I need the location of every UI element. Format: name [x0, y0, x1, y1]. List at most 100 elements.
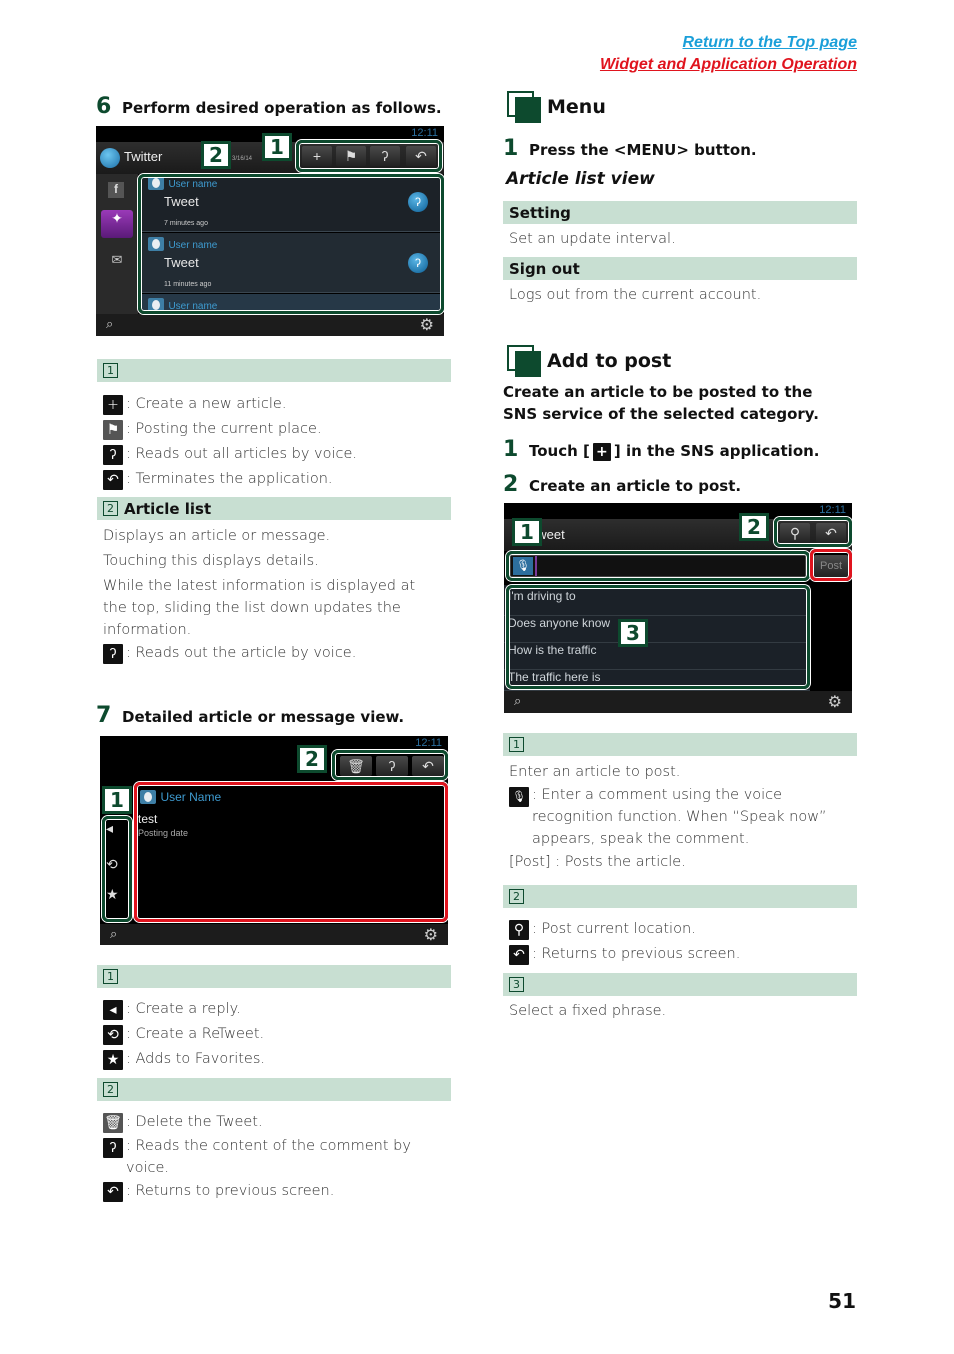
step-number: 1: [503, 437, 519, 462]
status-time: 12:11: [411, 127, 438, 139]
step-text-pre: Touch [: [529, 442, 590, 460]
step-6: 6 Perform desired operation as follows.: [96, 94, 442, 119]
gear-icon[interactable]: ⚙: [420, 315, 434, 335]
step-7: 7 Detailed article or message view.: [96, 703, 404, 728]
desc-line: [Post] : Posts the article.: [509, 854, 686, 870]
menu-step-1: 1 Press the <MENU> button.: [503, 136, 757, 161]
fixed-phrase-desc: Select a fixed phrase.: [509, 1003, 667, 1019]
callout-2: 2: [297, 745, 327, 773]
section-band-2: 2 Article list: [97, 497, 451, 520]
desc-line: Touching this displays details.: [103, 553, 319, 569]
box-number: 2: [509, 889, 524, 904]
search-icon[interactable]: ⌕: [514, 693, 521, 709]
sns-sidebar: f ✦ ✉: [96, 174, 138, 314]
desc-text: : Returns to previous screen.: [126, 1183, 335, 1199]
step-text-post: ] in the SNS application.: [613, 442, 820, 460]
plus-icon: +: [103, 395, 123, 415]
option-label: Setting: [509, 203, 571, 222]
retweet-icon: ⟲: [103, 1025, 123, 1045]
gear-icon[interactable]: ⚙: [424, 925, 438, 945]
highlight-box-1: [296, 140, 442, 172]
highlight-box-2: [138, 174, 444, 314]
section-marker-icon: [507, 345, 543, 377]
highlight-box-2: [332, 750, 448, 780]
callout-1: 1: [262, 133, 292, 161]
return-to-top-link[interactable]: Return to the Top page: [600, 32, 857, 54]
reply-icon: ◂: [103, 1000, 123, 1020]
callout-3: 3: [618, 619, 648, 647]
step-text: Press the <MENU> button.: [529, 141, 757, 159]
section-band-detail-1: 1: [97, 965, 451, 988]
search-icon[interactable]: ⌕: [110, 926, 117, 942]
callout-1: 1: [102, 786, 132, 814]
menu-option-sign-out: Sign out: [503, 257, 857, 280]
detail-actions-descriptions: ◂: Create a reply. ⟲: Create a ReTweet. …: [103, 997, 453, 1072]
mail-icon[interactable]: ✉: [108, 252, 126, 267]
facebook-icon[interactable]: f: [108, 182, 124, 198]
header-date: 3/16/14: [232, 156, 253, 162]
highlight-box-1: [102, 816, 132, 922]
gear-icon[interactable]: ⚙: [828, 692, 842, 712]
desc-text: : Delete the Tweet.: [126, 1114, 263, 1130]
article-list-view-subtitle: Article list view: [506, 169, 655, 189]
section-marker-icon: [507, 91, 543, 123]
compose-input-descriptions: Enter an article to post. 🎙: Enter a com…: [509, 760, 849, 874]
twitter-tab-icon[interactable]: ✦: [101, 210, 133, 238]
compose-section-band-3: 3: [503, 973, 857, 996]
desc-text: : Reads out all articles by voice.: [126, 446, 358, 462]
voice-read-icon: ʔ: [103, 644, 123, 664]
flag-icon: ⚑: [103, 420, 123, 440]
tweet-detail-screenshot: 12:11 🗑 ʔ ↶ ◂ ⟲ ★ User Name test Posting…: [100, 736, 448, 945]
band-title: Article list: [124, 499, 212, 518]
section-link[interactable]: Widget and Application Operation: [600, 54, 857, 76]
status-time: 12:11: [415, 737, 442, 749]
option-label: Sign out: [509, 259, 580, 278]
trash-icon: 🗑: [103, 1113, 123, 1133]
bottom-bar: ⌕ ⚙: [100, 924, 448, 945]
desc-text: : Terminates the application.: [126, 471, 333, 487]
callout-2: 2: [739, 513, 769, 541]
add-step-1: 1 Touch [ + ] in the SNS application.: [503, 437, 820, 462]
desc-text: : Enter a comment using the voice recogn…: [532, 787, 827, 847]
desc-line: Enter an article to post.: [509, 764, 681, 780]
star-icon: ★: [103, 1050, 123, 1070]
search-icon[interactable]: ⌕: [106, 316, 113, 332]
desc-text: : Create a ReTweet.: [126, 1026, 265, 1042]
box-number: 1: [103, 969, 118, 984]
location-pin-icon: ⚲: [509, 920, 529, 940]
desc-line: Displays an article or message.: [103, 528, 331, 544]
highlight-box-content: [134, 782, 448, 922]
back-icon: ↶: [103, 1182, 123, 1202]
step-text: Create an article to post.: [529, 477, 742, 495]
page-number: 51: [828, 1289, 856, 1313]
compose-tweet-screenshot: 12:11 Tweet ⚲ ↶ 🎙 Post I'm driving to Do…: [504, 503, 852, 713]
section-title-text: Add to post: [547, 350, 672, 372]
highlight-box-post: [810, 549, 852, 581]
desc-line: While the latest information is displaye…: [103, 578, 416, 638]
option-desc: Logs out from the current account.: [509, 287, 762, 303]
compose-toolbar-descriptions: ⚲: Post current location. ↶: Returns to …: [509, 917, 849, 967]
voice-read-icon: ʔ: [103, 1138, 123, 1158]
step-number: 2: [503, 472, 519, 497]
desc-text: : Adds to Favorites.: [126, 1051, 266, 1067]
desc-text: : Create a reply.: [126, 1001, 241, 1017]
step-number: 6: [96, 94, 112, 119]
callout-1: 1: [512, 518, 542, 546]
add-to-post-intro: Create an article to be posted to the SN…: [503, 383, 819, 423]
section-band-detail-2: 2: [97, 1078, 451, 1101]
step-text: Perform desired operation as follows.: [122, 99, 442, 117]
toolbar-descriptions: +: Create a new article. ⚑: Posting the …: [103, 392, 453, 492]
box-number: 2: [103, 501, 118, 516]
compose-section-band-1: 1: [503, 733, 857, 756]
plus-icon: +: [592, 443, 611, 461]
box-number: 2: [103, 1082, 118, 1097]
microphone-icon: 🎙: [509, 787, 529, 807]
step-text: Detailed article or message view.: [122, 708, 405, 726]
box-number: 1: [103, 363, 118, 378]
detail-toolbar-descriptions: 🗑: Delete the Tweet. ʔ: Reads the conten…: [103, 1110, 423, 1204]
article-list-description: Displays an article or message. Touching…: [103, 525, 423, 666]
desc-text: : Post current location.: [532, 921, 696, 937]
highlight-box-2: [774, 517, 852, 547]
menu-section-title: Menu: [507, 91, 606, 123]
desc-text: : Posting the current place.: [126, 421, 322, 437]
